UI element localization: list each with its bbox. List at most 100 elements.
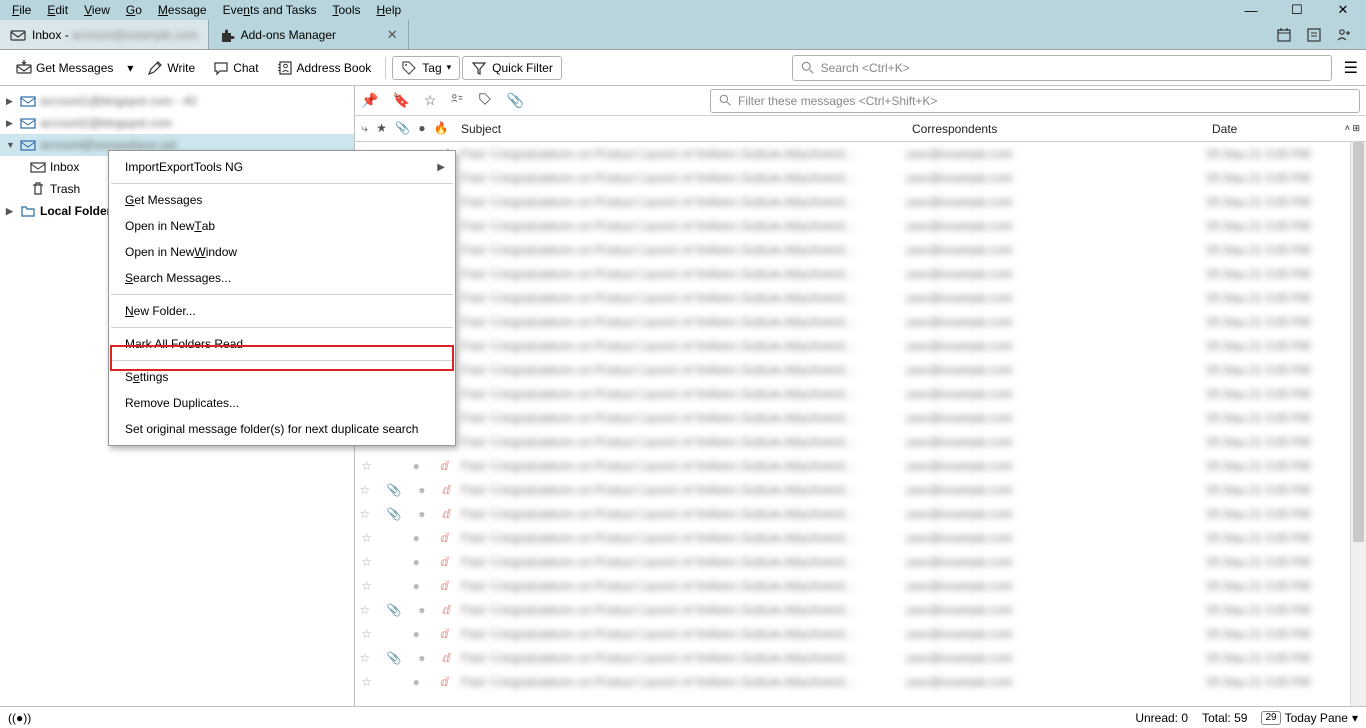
write-button[interactable]: Write bbox=[139, 56, 203, 80]
message-row[interactable]: ☆●ⅆ Fwd: Congratulations on Product Laun… bbox=[355, 526, 1366, 550]
close-button[interactable]: ✕ bbox=[1320, 0, 1366, 20]
message-row[interactable]: ☆📎●ⅆ Fwd: Congratulations on Product Lau… bbox=[355, 478, 1366, 502]
message-row[interactable]: ☆●ⅆ Fwd: Congratulations on Product Laun… bbox=[355, 670, 1366, 694]
column-headers: ⤷ ★ 📎 ● 🔥 Subject Correspondents Date˄ ⊞ bbox=[355, 116, 1366, 142]
message-row[interactable]: ☆●ⅆ Fwd: Congratulations on Product Laun… bbox=[355, 286, 1366, 310]
read-col-icon[interactable]: ● bbox=[418, 121, 425, 136]
addon-icon bbox=[219, 27, 235, 43]
menu-bar: File Edit View Go Message Events and Tas… bbox=[0, 0, 1366, 20]
tab-bar: Inbox - account@example.com Add-ons Mana… bbox=[0, 20, 1366, 50]
tab-label: Inbox - account@example.com bbox=[32, 28, 198, 42]
column-correspondents[interactable]: Correspondents bbox=[906, 122, 1206, 136]
menu-events-tasks[interactable]: Events and Tasks bbox=[215, 1, 325, 19]
message-row[interactable]: ☆📎●ⅆ Fwd: Congratulations on Product Lau… bbox=[355, 646, 1366, 670]
scrollbar[interactable] bbox=[1350, 142, 1366, 706]
total-count: Total: 59 bbox=[1202, 711, 1247, 725]
bookmark-icon[interactable]: 🔖 bbox=[392, 92, 409, 109]
app-menu-button[interactable]: ☰ bbox=[1344, 58, 1358, 78]
column-subject[interactable]: Subject bbox=[455, 122, 906, 136]
star-col-icon[interactable]: ★ bbox=[376, 121, 387, 136]
context-menu-item[interactable]: Settings bbox=[109, 364, 455, 390]
calendar-icon[interactable] bbox=[1276, 27, 1292, 43]
tab-inbox[interactable]: Inbox - account@example.com bbox=[0, 20, 209, 49]
message-row[interactable]: ☆●ⅆ Fwd: Congratulations on Product Laun… bbox=[355, 166, 1366, 190]
close-tab-icon[interactable]: ✕ bbox=[387, 27, 398, 43]
tag-button[interactable]: Tag ▾ bbox=[392, 56, 460, 80]
message-row[interactable]: ☆●ⅆ Fwd: Congratulations on Product Laun… bbox=[355, 454, 1366, 478]
attach-col-icon[interactable]: 📎 bbox=[395, 121, 410, 136]
quick-filter-button[interactable]: Quick Filter bbox=[462, 56, 562, 80]
scrollbar-thumb[interactable] bbox=[1353, 142, 1364, 542]
message-row[interactable]: ☆●ⅆ Fwd: Congratulations on Product Laun… bbox=[355, 334, 1366, 358]
maximize-button[interactable]: ☐ bbox=[1274, 0, 1320, 20]
context-menu-item[interactable]: Open in New Window bbox=[109, 239, 455, 265]
global-search-input[interactable]: Search <Ctrl+K> bbox=[792, 55, 1332, 81]
context-menu-item[interactable]: Search Messages... bbox=[109, 265, 455, 291]
main-toolbar: Get Messages ▾ Write Chat Address Book T… bbox=[0, 50, 1366, 86]
context-menu-item[interactable]: ImportExportTools NG▶ bbox=[109, 154, 455, 180]
contacts-icon[interactable] bbox=[1336, 27, 1352, 43]
message-list[interactable]: ☆●ⅆ Fwd: Congratulations on Product Laun… bbox=[355, 142, 1366, 706]
mail-icon bbox=[20, 115, 36, 131]
column-date[interactable]: Date˄ ⊞ bbox=[1206, 122, 1366, 136]
context-menu-item[interactable]: Get Messages bbox=[109, 187, 455, 213]
message-row[interactable]: ☆●ⅆ Fwd: Congratulations on Product Laun… bbox=[355, 622, 1366, 646]
minimize-button[interactable]: — bbox=[1228, 0, 1274, 20]
message-row[interactable]: ☆●ⅆ Fwd: Congratulations on Product Laun… bbox=[355, 310, 1366, 334]
menu-help[interactable]: Help bbox=[368, 1, 409, 19]
thread-col-icon[interactable]: ⤷ bbox=[361, 121, 368, 136]
message-row[interactable]: ☆●ⅆ Fwd: Congratulations on Product Laun… bbox=[355, 574, 1366, 598]
message-row[interactable]: ☆●ⅆ Fwd: Congratulations on Product Laun… bbox=[355, 142, 1366, 166]
context-menu-item[interactable]: Open in New Tab bbox=[109, 213, 455, 239]
folder-icon bbox=[20, 203, 36, 219]
mail-icon bbox=[20, 93, 36, 109]
message-row[interactable]: ☆●ⅆ Fwd: Congratulations on Product Laun… bbox=[355, 262, 1366, 286]
context-menu-item[interactable]: Remove Duplicates... bbox=[109, 390, 455, 416]
today-pane-button[interactable]: 29Today Pane ▾ bbox=[1261, 711, 1358, 725]
tab-addons[interactable]: Add-ons Manager ✕ bbox=[209, 20, 409, 49]
window-controls: — ☐ ✕ bbox=[1228, 0, 1366, 20]
address-book-button[interactable]: Address Book bbox=[269, 56, 380, 80]
junk-col-icon[interactable]: 🔥 bbox=[434, 121, 449, 136]
quick-filter-bar: 📌 🔖 ☆ 📎 Filter these messages <Ctrl+Shif… bbox=[355, 86, 1366, 116]
pin-icon[interactable]: 📌 bbox=[361, 92, 378, 109]
contact-filter-icon[interactable] bbox=[450, 92, 464, 109]
message-row[interactable]: ☆📎●ⅆ Fwd: Congratulations on Product Lau… bbox=[355, 502, 1366, 526]
message-row[interactable]: ☆●ⅆ Fwd: Congratulations on Product Laun… bbox=[355, 358, 1366, 382]
message-row[interactable]: ☆●ⅆ Fwd: Congratulations on Product Laun… bbox=[355, 382, 1366, 406]
attachment-filter-icon[interactable]: 📎 bbox=[506, 92, 523, 109]
filter-messages-input[interactable]: Filter these messages <Ctrl+Shift+K> bbox=[710, 89, 1360, 113]
message-row[interactable]: ☆●ⅆ Fwd: Congratulations on Product Laun… bbox=[355, 550, 1366, 574]
message-row[interactable]: ☆●ⅆ Fwd: Congratulations on Product Laun… bbox=[355, 214, 1366, 238]
message-row[interactable]: ☆●ⅆ Fwd: Congratulations on Product Laun… bbox=[355, 430, 1366, 454]
tasks-icon[interactable] bbox=[1306, 27, 1322, 43]
menu-edit[interactable]: Edit bbox=[39, 1, 76, 19]
context-menu-item[interactable]: Set original message folder(s) for next … bbox=[109, 416, 455, 442]
context-menu-item[interactable]: New Folder... bbox=[109, 298, 455, 324]
tab-label: Add-ons Manager bbox=[241, 28, 336, 42]
account-row[interactable]: ▶account2@blogspot.com bbox=[0, 112, 354, 134]
message-row[interactable]: ☆●ⅆ Fwd: Congratulations on Product Laun… bbox=[355, 190, 1366, 214]
get-messages-dropdown[interactable]: ▾ bbox=[123, 57, 137, 79]
tag-filter-icon[interactable] bbox=[478, 92, 492, 109]
star-filter-icon[interactable]: ☆ bbox=[424, 92, 437, 109]
message-row[interactable]: ☆●ⅆ Fwd: Congratulations on Product Laun… bbox=[355, 406, 1366, 430]
online-status-icon[interactable]: ((●)) bbox=[8, 711, 31, 725]
get-messages-button[interactable]: Get Messages bbox=[8, 56, 121, 80]
search-icon bbox=[719, 94, 732, 107]
account-row[interactable]: ▶account1@blogspot.com - 40 bbox=[0, 90, 354, 112]
chat-button[interactable]: Chat bbox=[205, 56, 266, 80]
menu-tools[interactable]: Tools bbox=[324, 1, 368, 19]
trash-icon bbox=[30, 181, 46, 197]
inbox-icon bbox=[30, 159, 46, 175]
inbox-icon bbox=[10, 27, 26, 43]
menu-message[interactable]: Message bbox=[150, 1, 215, 19]
menu-go[interactable]: Go bbox=[118, 1, 150, 19]
menu-view[interactable]: View bbox=[76, 1, 118, 19]
message-pane: 📌 🔖 ☆ 📎 Filter these messages <Ctrl+Shif… bbox=[355, 86, 1366, 706]
message-row[interactable]: ☆●ⅆ Fwd: Congratulations on Product Laun… bbox=[355, 238, 1366, 262]
message-row[interactable]: ☆📎●ⅆ Fwd: Congratulations on Product Lau… bbox=[355, 598, 1366, 622]
menu-file[interactable]: File bbox=[4, 1, 39, 19]
context-menu-item[interactable]: Mark All Folders Read bbox=[109, 331, 455, 357]
folder-context-menu: ImportExportTools NG▶Get MessagesOpen in… bbox=[108, 150, 456, 446]
